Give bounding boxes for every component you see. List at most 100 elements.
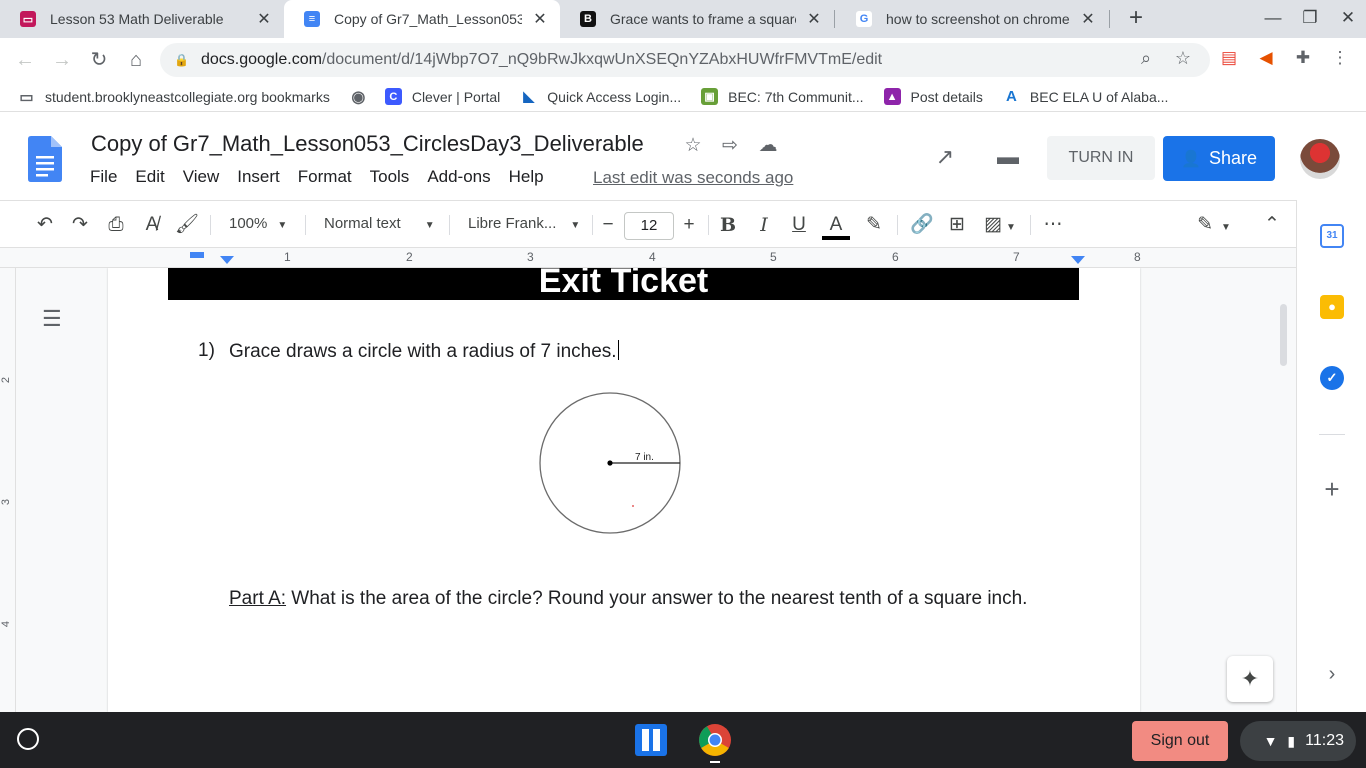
formatting-toolbar: ↶ ↷ ⎙ A̸ 🖌 100% ▼ Normal text ▼ Libre Fran…: [0, 200, 1296, 248]
undo-icon[interactable]: ↶: [33, 213, 57, 237]
bookmark-clever[interactable]: C Clever | Portal: [384, 88, 500, 105]
bookmark-quick-access[interactable]: ◣ Quick Access Login...: [520, 88, 681, 105]
tab-title: Lesson 53 Math Deliverable: [50, 11, 224, 27]
font-select[interactable]: Libre Frank... ▼: [468, 215, 580, 232]
document-title[interactable]: Copy of Gr7_Math_Lesson053_CirclesDay3_D…: [91, 131, 644, 157]
italic-icon[interactable]: I: [752, 213, 776, 237]
address-bar[interactable]: 🔒 docs.google.com/document/d/14jWbp7O7_n…: [160, 43, 1210, 77]
add-comment-icon[interactable]: ⊞: [945, 213, 969, 237]
menu-edit[interactable]: Edit: [135, 167, 164, 187]
bookmark-post-details[interactable]: ▲ Post details: [883, 88, 983, 105]
left-indent-marker[interactable]: [220, 256, 234, 264]
reload-icon[interactable]: ↻: [87, 48, 111, 72]
bookmark-bec-7th[interactable]: ▣ BEC: 7th Communit...: [701, 88, 864, 105]
paragraph-style-select[interactable]: Normal text ▼: [324, 215, 435, 232]
horizontal-ruler[interactable]: 1 2 3 4 5 6 7 8: [0, 248, 1296, 268]
more-options-icon[interactable]: ⋯: [1041, 213, 1065, 237]
menu-file[interactable]: File: [90, 167, 117, 187]
cloud-status-icon[interactable]: ☁: [756, 134, 780, 157]
tab-how-to-screenshot[interactable]: G how to screenshot on chromebo ✕: [836, 0, 1108, 38]
close-tab-icon[interactable]: ✕: [254, 9, 274, 29]
document-outline-icon[interactable]: ☰: [42, 306, 66, 331]
increase-font-size-icon[interactable]: +: [677, 213, 701, 237]
menu-addons[interactable]: Add-ons: [427, 167, 490, 187]
docs-logo-icon[interactable]: [28, 136, 62, 182]
right-indent-marker[interactable]: [1071, 256, 1085, 264]
get-addons-icon[interactable]: +: [1319, 474, 1345, 505]
launcher-icon[interactable]: [17, 728, 39, 750]
bookmark-star-icon[interactable]: ☆: [1172, 48, 1194, 69]
clever-icon: C: [384, 88, 402, 105]
close-tab-icon[interactable]: ✕: [1078, 9, 1098, 29]
zoom-icon[interactable]: ⌕: [1135, 48, 1157, 69]
bookmark-bec-ela[interactable]: A BEC ELA U of Alaba...: [1003, 88, 1168, 105]
ua-icon: A: [1005, 88, 1017, 105]
files-app-icon[interactable]: [634, 723, 668, 757]
text-color-icon[interactable]: A: [822, 213, 850, 240]
move-folder-icon[interactable]: ⇨: [718, 134, 742, 157]
highlight-icon[interactable]: ✎: [862, 213, 886, 237]
bold-icon[interactable]: B: [716, 213, 740, 237]
close-tab-icon[interactable]: ✕: [530, 9, 550, 29]
minimize-icon[interactable]: —: [1261, 8, 1285, 28]
menu-help[interactable]: Help: [509, 167, 544, 187]
editing-mode-icon[interactable]: ✎ ▼: [1192, 213, 1236, 237]
underline-icon[interactable]: U: [787, 213, 811, 237]
cast-extension-icon[interactable]: ▤: [1218, 48, 1240, 70]
status-tray[interactable]: ▼ ▮ 11:23: [1240, 721, 1356, 761]
close-tab-icon[interactable]: ✕: [804, 9, 824, 29]
print-icon[interactable]: ⎙: [104, 213, 128, 237]
vertical-scrollbar[interactable]: [1280, 304, 1287, 366]
browser-menu-icon[interactable]: ⋮: [1329, 48, 1351, 70]
tab-grace-frame[interactable]: B Grace wants to frame a square p ✕: [560, 0, 834, 38]
menu-view[interactable]: View: [183, 167, 220, 187]
chrome-app-icon[interactable]: [698, 723, 732, 757]
show-side-panel-icon[interactable]: ›: [1321, 663, 1343, 686]
share-button[interactable]: 👤 Share: [1163, 136, 1275, 181]
megaphone-extension-icon[interactable]: ◀: [1255, 48, 1277, 70]
sign-out-button[interactable]: Sign out: [1132, 721, 1228, 761]
tab-copy-gr7[interactable]: ≡ Copy of Gr7_Math_Lesson053_C ✕: [284, 0, 560, 38]
first-line-indent-marker[interactable]: [190, 252, 204, 258]
tab-lesson-53[interactable]: ▭ Lesson 53 Math Deliverable ✕: [0, 0, 284, 38]
menu-tools[interactable]: Tools: [370, 167, 410, 187]
turn-in-button[interactable]: TURN IN: [1047, 136, 1155, 180]
activity-trend-icon[interactable]: ↗: [930, 144, 960, 170]
font-value: Libre Frank...: [468, 215, 557, 232]
keep-icon[interactable]: ●: [1320, 295, 1344, 319]
document-page[interactable]: Exit Ticket 1) Grace draws a circle with…: [108, 268, 1140, 712]
bookmark-student-folder[interactable]: ▭ student.brooklyneastcollegiate.org book…: [18, 88, 329, 106]
restore-icon[interactable]: ❐: [1298, 8, 1322, 28]
menu-format[interactable]: Format: [298, 167, 352, 187]
font-size-input[interactable]: 12: [624, 212, 674, 240]
zoom-select[interactable]: 100% ▼: [229, 215, 287, 232]
insert-image-icon[interactable]: ▨ ▼: [980, 213, 1020, 237]
home-icon[interactable]: ⌂: [124, 48, 148, 72]
tasks-icon[interactable]: ✓: [1320, 366, 1344, 390]
battery-icon: ▮: [1287, 732, 1296, 749]
close-window-icon[interactable]: ✕: [1336, 8, 1360, 28]
star-icon[interactable]: ☆: [681, 134, 705, 157]
spellcheck-icon[interactable]: A̸: [140, 213, 164, 237]
vertical-ruler[interactable]: 2 3 4: [0, 268, 16, 712]
last-edit-link[interactable]: Last edit was seconds ago: [593, 168, 793, 188]
url-path: /document/d/14jWbp7O7_nQ9bRwJkxqwUnXSEQn…: [321, 51, 883, 68]
share-label: Share: [1208, 148, 1257, 168]
bookmark-globe[interactable]: ◉: [350, 88, 373, 106]
comments-icon[interactable]: ▬: [993, 144, 1023, 170]
explore-assistant-icon[interactable]: ✦: [1227, 656, 1273, 702]
toolbar-separator: [449, 215, 450, 235]
redo-icon[interactable]: ↷: [68, 213, 92, 237]
back-icon[interactable]: ←: [13, 48, 37, 72]
paint-format-icon[interactable]: 🖌: [175, 213, 199, 237]
insert-link-icon[interactable]: 🔗: [909, 213, 935, 237]
menu-insert[interactable]: Insert: [237, 167, 280, 187]
decrease-font-size-icon[interactable]: −: [596, 213, 620, 237]
avatar[interactable]: [1300, 139, 1340, 179]
calendar-icon[interactable]: 31: [1320, 224, 1344, 248]
collapse-menus-icon[interactable]: ⌃: [1260, 213, 1284, 237]
forward-icon[interactable]: →: [50, 48, 74, 72]
caret-down-icon: ▼: [424, 220, 435, 231]
new-tab-icon[interactable]: +: [1124, 4, 1148, 32]
extensions-puzzle-icon[interactable]: ✚: [1292, 48, 1314, 70]
